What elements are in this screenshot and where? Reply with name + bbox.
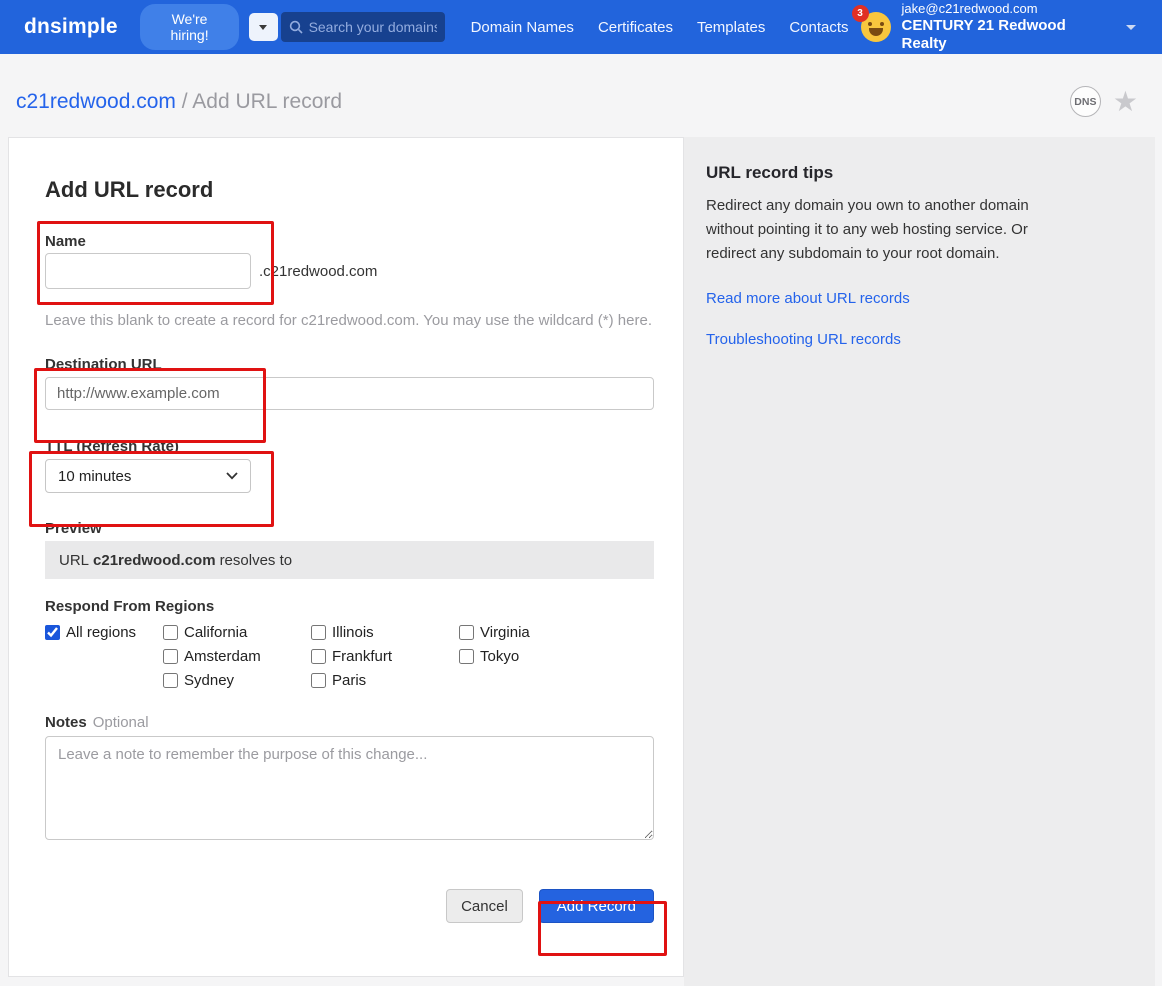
preview-suffix: resolves to (219, 551, 293, 569)
region-checkbox-paris[interactable]: Paris (311, 668, 459, 692)
account-menu[interactable]: 3 jake@c21redwood.com CENTURY 21 Redwood… (851, 1, 1142, 53)
search-icon (289, 20, 303, 34)
notes-label-row: Notes Optional (45, 713, 652, 733)
region-label: Amsterdam (184, 647, 261, 665)
avatar-mouth (868, 28, 883, 36)
region-checkbox-tokyo[interactable]: Tokyo (459, 644, 530, 668)
form-title: Add URL record (45, 177, 214, 202)
add-record-button[interactable]: Add Record (538, 889, 654, 923)
chevron-down-icon (226, 472, 238, 480)
tips-body: Redirect any domain you own to another d… (706, 197, 1029, 262)
user-info: jake@c21redwood.com CENTURY 21 Redwood R… (902, 1, 1098, 53)
name-label: Name (45, 233, 86, 250)
region-label: Frankfurt (332, 647, 393, 665)
destination-url-label: Destination URL (45, 356, 162, 373)
avatar-eye (867, 22, 872, 26)
virginia-checkbox[interactable] (459, 624, 474, 640)
name-row: .c21redwood.com (45, 253, 652, 289)
read-more-url-records-link[interactable]: Read more about URL records (706, 290, 1115, 307)
preview-prefix: URL (59, 551, 90, 569)
hiring-button[interactable]: We're hiring! (139, 4, 240, 50)
nav-certificates[interactable]: Certificates (586, 19, 685, 36)
region-checkbox-virginia[interactable]: Virginia (459, 620, 530, 644)
nav-templates[interactable]: Templates (685, 19, 777, 36)
illinois-checkbox[interactable] (311, 624, 326, 640)
chevron-down-icon (259, 24, 268, 30)
add-url-record-card: Add URL record Name .c21redwood.com Leav… (8, 137, 684, 977)
region-checkbox-frankfurt[interactable]: Frankfurt (311, 644, 459, 668)
account-chevron-down-icon[interactable] (1126, 24, 1136, 30)
page-header: c21redwood.com / Add URL record DNS ★ (0, 54, 1162, 137)
search-options-button[interactable] (249, 13, 278, 41)
regions-grid: All regions California Amsterdam Sydney (45, 620, 652, 692)
region-checkbox-california[interactable]: California (163, 620, 311, 644)
avatar-wrap: 3 (851, 5, 891, 42)
url-record-tips-panel: URL record tips Redirect any domain you … (684, 137, 1155, 986)
region-label: Virginia (480, 623, 530, 641)
account-name: CENTURY 21 Redwood Realty (901, 17, 1066, 52)
content-area: Add URL record Name .c21redwood.com Leav… (0, 137, 1162, 986)
nav-domain-names[interactable]: Domain Names (459, 19, 586, 36)
region-label: Illinois (332, 623, 374, 641)
preview-domain: c21redwood.com (93, 551, 216, 569)
header-icons: DNS ★ (1069, 86, 1138, 117)
region-label: All regions (66, 623, 137, 641)
tokyo-checkbox[interactable] (459, 648, 474, 664)
cancel-button[interactable]: Cancel (446, 889, 523, 923)
california-checkbox[interactable] (163, 624, 178, 640)
favorite-star-icon[interactable]: ★ (1113, 87, 1138, 116)
tips-title: URL record tips (706, 163, 834, 182)
region-checkbox-all-regions[interactable]: All regions (45, 620, 163, 644)
sydney-checkbox[interactable] (163, 672, 178, 688)
notes-optional-hint: Optional (92, 714, 149, 731)
name-help-text: Leave this blank to create a record for … (45, 312, 652, 329)
notes-textarea[interactable] (45, 736, 654, 840)
dnsimple-logo[interactable]: dnsimple (24, 15, 118, 39)
frankfurt-checkbox[interactable] (311, 648, 326, 664)
nav-contacts[interactable]: Contacts (777, 19, 860, 36)
notes-label: Notes (45, 714, 87, 731)
breadcrumb-separator: / (175, 89, 193, 113)
avatar-eye (879, 22, 884, 26)
primary-nav: Domain Names Certificates Templates Cont… (459, 19, 861, 36)
ttl-select[interactable]: 10 minutes (45, 459, 251, 493)
region-label: California (184, 623, 248, 641)
region-label: Tokyo (480, 647, 520, 665)
region-checkbox-illinois[interactable]: Illinois (311, 620, 459, 644)
page-title: Add URL record (192, 89, 343, 113)
preview-box: URL c21redwood.com resolves to (45, 541, 654, 579)
dns-badge[interactable]: DNS (1069, 86, 1101, 117)
name-domain-suffix: .c21redwood.com (259, 262, 378, 280)
form-actions: Cancel Add Record (45, 889, 654, 923)
search-input[interactable] (308, 19, 437, 35)
regions-label: Respond From Regions (45, 598, 215, 615)
ttl-label: TTL (Refresh Rate) (45, 438, 179, 455)
troubleshooting-url-records-link[interactable]: Troubleshooting URL records (706, 331, 1115, 348)
region-checkbox-sydney[interactable]: Sydney (163, 668, 311, 692)
notification-badge[interactable]: 3 (851, 5, 869, 22)
region-checkbox-amsterdam[interactable]: Amsterdam (163, 644, 311, 668)
regions-column-3: Illinois Frankfurt Paris (311, 620, 459, 692)
amsterdam-checkbox[interactable] (163, 648, 178, 664)
regions-column-1: All regions (45, 620, 163, 692)
region-label: Sydney (184, 671, 235, 689)
regions-column-2: California Amsterdam Sydney (163, 620, 311, 692)
regions-column-4: Virginia Tokyo (459, 620, 530, 692)
destination-url-input[interactable] (45, 377, 654, 410)
domain-search-box (280, 12, 445, 42)
breadcrumb-domain-link[interactable]: c21redwood.com (16, 90, 176, 113)
all-regions-checkbox[interactable] (45, 624, 60, 640)
preview-label: Preview (45, 520, 102, 537)
top-navbar: dnsimple We're hiring! Domain Names Cert… (0, 0, 1162, 54)
region-label: Paris (332, 671, 367, 689)
paris-checkbox[interactable] (311, 672, 326, 688)
name-input[interactable] (45, 253, 251, 289)
ttl-selected-value: 10 minutes (58, 467, 132, 485)
user-email: jake@c21redwood.com (901, 1, 1038, 16)
breadcrumb: c21redwood.com / Add URL record (16, 89, 342, 115)
